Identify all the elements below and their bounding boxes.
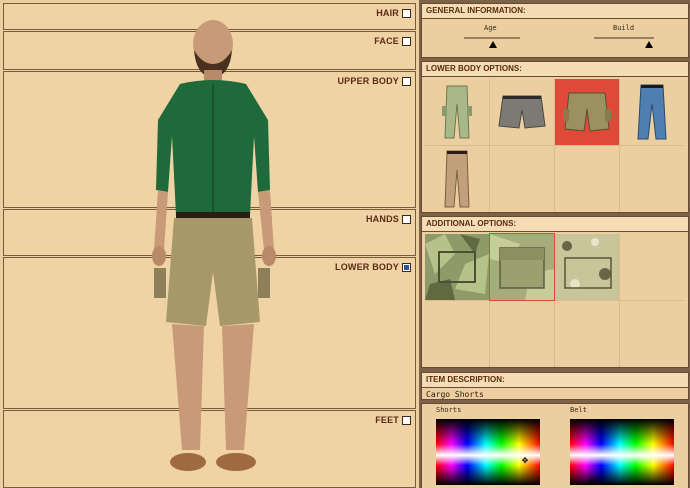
additional-option-empty (620, 301, 684, 367)
additional-options-grid (425, 233, 684, 367)
lower-body-checkbox[interactable] (402, 262, 411, 272)
lower-body-options-grid (425, 79, 684, 212)
additional-options-title: ADDITIONAL OPTIONS: (422, 217, 688, 232)
build-label: Build (613, 24, 635, 32)
green-cargo-pants-icon (442, 85, 472, 139)
feet-label: FEET (375, 415, 399, 425)
lower-body-option-3[interactable] (555, 79, 619, 145)
feet-checkbox[interactable] (402, 415, 411, 425)
body-part-panel: HAIR FACE UPPER BODY HANDS LOWER BODY FE… (0, 0, 419, 488)
lower-body-option-1[interactable] (425, 79, 489, 145)
olive-cargo-shorts-icon (563, 92, 611, 132)
face-label: FACE (374, 36, 399, 46)
upper-body-label: UPPER BODY (337, 76, 399, 86)
additional-options-panel: ADDITIONAL OPTIONS: (421, 216, 689, 368)
lower-body-option-5[interactable] (425, 146, 489, 212)
general-information-panel: GENERAL INFORMATION: Age Build (421, 3, 689, 58)
lower-body-option-2[interactable] (490, 79, 554, 145)
lower-body-option-empty (490, 146, 554, 212)
additional-option-empty (555, 301, 619, 367)
khaki-trousers-icon (444, 150, 470, 208)
lower-body-options-title: LOWER BODY OPTIONS: (422, 62, 688, 77)
character-model (152, 20, 276, 471)
age-slider-handle[interactable] (489, 41, 497, 48)
hair-label: HAIR (376, 8, 399, 18)
lower-body-option-empty (620, 146, 684, 212)
item-description-text: Cargo Shorts (426, 390, 484, 399)
build-slider[interactable] (594, 37, 654, 39)
shorts-color-cursor-icon[interactable]: ✥ (520, 457, 530, 465)
item-description-title: ITEM DESCRIPTION: (422, 373, 688, 388)
lower-body-option-4[interactable] (620, 79, 684, 145)
options-panel: GENERAL INFORMATION: Age Build LOWER BOD… (419, 0, 690, 488)
upper-body-checkbox[interactable] (402, 76, 411, 86)
stone-camo-pattern-icon (555, 234, 619, 300)
additional-option-empty (620, 234, 684, 300)
item-description-panel: ITEM DESCRIPTION: Cargo Shorts (421, 372, 689, 400)
belt-color-cursor-icon[interactable]: ⊞ (587, 477, 597, 485)
shorts-palette-label: Shorts (436, 406, 462, 414)
blue-jeans-icon (637, 84, 667, 140)
color-palette-panel: Shorts ✥ Belt ⊞ (421, 403, 689, 488)
hands-checkbox[interactable] (402, 214, 411, 224)
age-label: Age (484, 24, 497, 32)
face-checkbox[interactable] (402, 36, 411, 46)
lower-body-label: LOWER BODY (335, 262, 399, 272)
additional-option-empty (425, 301, 489, 367)
pocket-camo-pattern-icon (490, 234, 554, 300)
shorts-color-palette[interactable]: ✥ (436, 419, 540, 485)
grass-camo-pattern-icon (425, 234, 489, 300)
additional-option-2[interactable] (489, 233, 555, 301)
additional-option-3[interactable] (555, 234, 619, 300)
build-slider-handle[interactable] (645, 41, 653, 48)
hands-label: HANDS (365, 214, 399, 224)
lower-body-options-panel: LOWER BODY OPTIONS: (421, 61, 689, 213)
lower-body-option-empty (555, 146, 619, 212)
additional-option-1[interactable] (425, 234, 489, 300)
grey-shorts-icon (498, 95, 546, 129)
age-slider[interactable] (464, 37, 520, 39)
belt-color-palette[interactable]: ⊞ (570, 419, 674, 485)
general-information-title: GENERAL INFORMATION: (422, 4, 688, 19)
additional-option-empty (490, 301, 554, 367)
hair-checkbox[interactable] (402, 8, 411, 18)
belt-palette-label: Belt (570, 406, 587, 414)
